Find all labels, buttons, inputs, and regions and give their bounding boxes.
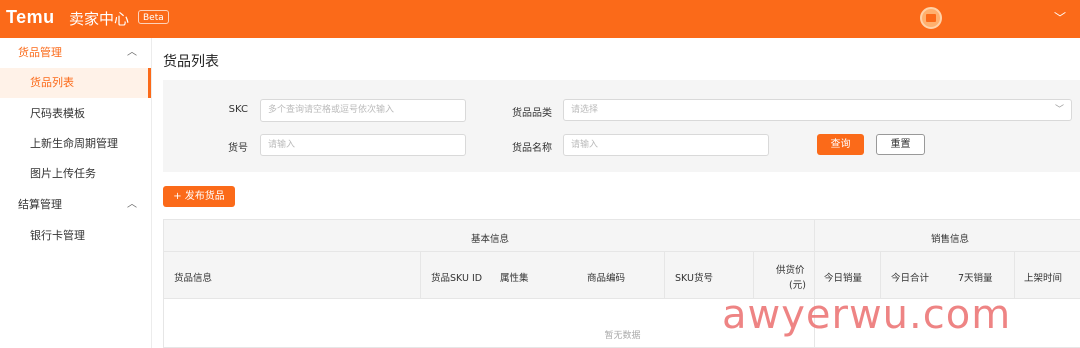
- sidebar: 货品管理 ︿ 货品列表 尺码表模板 上新生命周期管理 图片上传任务 结算管理 ︿…: [0, 38, 152, 348]
- seller-center-title: 卖家中心: [69, 10, 130, 28]
- col-supply-price: 供货价: [776, 265, 805, 276]
- sidebar-item-lifecycle[interactable]: 上新生命周期管理: [0, 129, 151, 159]
- skc-input[interactable]: 多个查询请空格或逗号依次输入: [260, 99, 466, 122]
- chevron-up-icon: ︿: [127, 199, 137, 210]
- column-divider: [420, 252, 421, 299]
- sidebar-group-goods[interactable]: 货品管理 ︿: [0, 38, 151, 68]
- sidebar-item-size-chart[interactable]: 尺码表模板: [0, 99, 151, 129]
- category-placeholder: 请选择: [571, 105, 599, 115]
- reset-button[interactable]: 重置: [876, 134, 925, 155]
- sidebar-group-settlement[interactable]: 结算管理 ︿: [0, 190, 151, 220]
- item-no-label: 货号: [228, 143, 248, 154]
- category-label: 货品品类: [512, 108, 552, 119]
- chevron-up-icon: ︿: [127, 47, 137, 58]
- col-attributes: 属性集: [500, 273, 529, 284]
- item-no-input[interactable]: 请输入: [260, 134, 466, 156]
- goods-name-label: 货品名称: [512, 143, 552, 154]
- col-product-code: 商品编码: [587, 273, 626, 284]
- store-avatar-icon[interactable]: [920, 7, 942, 29]
- sidebar-item-image-upload[interactable]: 图片上传任务: [0, 159, 151, 189]
- column-divider: [1014, 252, 1015, 299]
- sidebar-group-label: 货品管理: [18, 46, 62, 59]
- col-today-sales: 今日销量: [824, 273, 863, 284]
- col-7day-sales: 7天销量: [958, 273, 993, 284]
- col-goods-info: 货品信息: [174, 273, 213, 284]
- filter-panel: [163, 80, 1080, 172]
- group-sales-info: 销售信息: [931, 234, 970, 245]
- col-sku-id: 货品SKU ID: [431, 273, 483, 284]
- table-group-header: 基本信息 销售信息: [164, 220, 1080, 252]
- publish-goods-button[interactable]: + 发布货品: [163, 186, 235, 207]
- watermark-text: awyerwu.com: [722, 292, 1012, 338]
- temu-logo[interactable]: Temu: [6, 7, 55, 28]
- col-listing-time: 上架时间: [1024, 273, 1063, 284]
- top-bar: Temu 卖家中心 Beta ﹀: [0, 0, 1080, 38]
- col-today-total: 今日合计: [891, 273, 930, 284]
- account-name[interactable]: [950, 10, 1030, 24]
- page-title: 货品列表: [163, 54, 219, 70]
- sidebar-group-label: 结算管理: [18, 198, 62, 211]
- chevron-down-icon[interactable]: ﹀: [1054, 9, 1066, 26]
- goods-name-input[interactable]: 请输入: [563, 134, 769, 156]
- col-supply-price-unit: (元): [789, 280, 806, 291]
- query-button[interactable]: 查询: [817, 134, 864, 155]
- sidebar-item-bank-card[interactable]: 银行卡管理: [0, 221, 151, 251]
- column-divider: [664, 252, 665, 299]
- skc-label: SKC: [228, 104, 248, 115]
- col-sku-item-no: SKU货号: [675, 273, 713, 284]
- beta-badge: Beta: [138, 10, 169, 24]
- group-basic-info: 基本信息: [471, 234, 510, 245]
- category-select[interactable]: 请选择 ﹀: [563, 99, 1072, 121]
- sidebar-item-goods-list[interactable]: 货品列表: [0, 68, 151, 98]
- chevron-down-icon: ﹀: [1054, 105, 1064, 115]
